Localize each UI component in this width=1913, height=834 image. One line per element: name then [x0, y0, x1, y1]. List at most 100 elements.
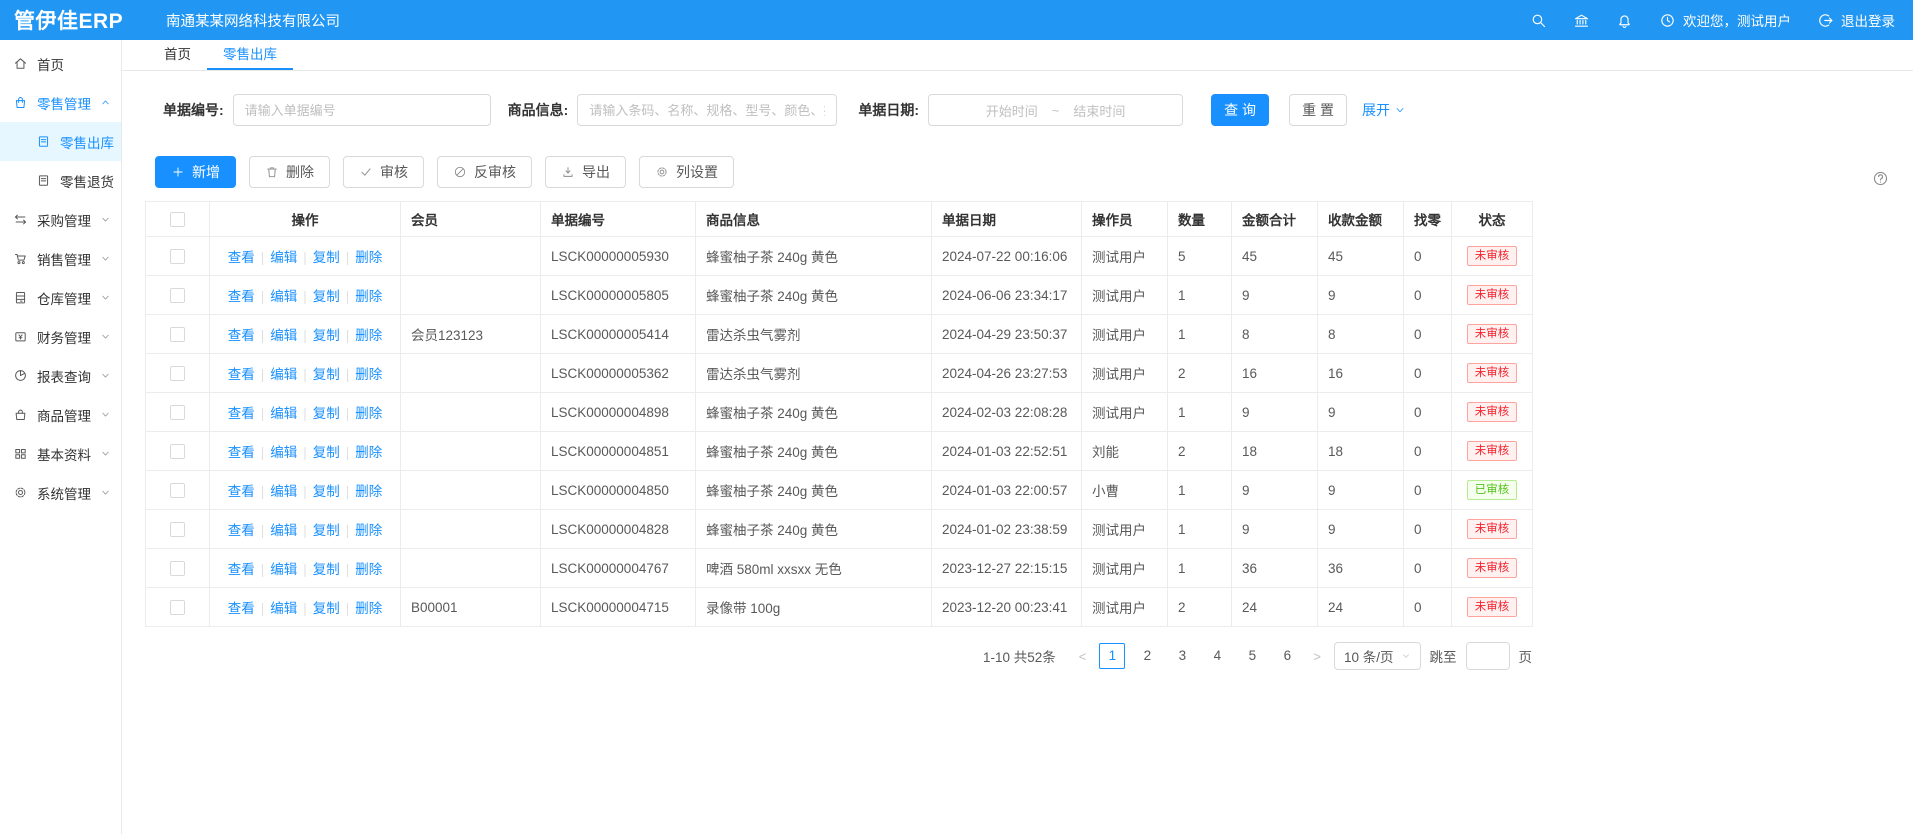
row-checkbox[interactable] — [170, 444, 185, 459]
action-link-delete[interactable]: 删除 — [355, 601, 382, 616]
sidebar-item-label: 采购管理 — [37, 210, 91, 230]
action-link-edit[interactable]: 编辑 — [270, 445, 297, 460]
columns-button[interactable]: 列设置 — [639, 156, 734, 188]
row-checkbox[interactable] — [170, 405, 185, 420]
row-checkbox[interactable] — [170, 600, 185, 615]
row-actions: 查看|编辑|复制|删除 — [210, 588, 401, 627]
sidebar-item-retail-outbound[interactable]: 零售出库 — [0, 122, 121, 161]
action-link-view[interactable]: 查看 — [228, 406, 255, 421]
qty-cell: 1 — [1168, 276, 1232, 315]
date-cell: 2024-01-03 22:00:57 — [932, 471, 1082, 510]
action-link-edit[interactable]: 编辑 — [270, 250, 297, 265]
product-info-input[interactable] — [577, 94, 837, 126]
action-link-edit[interactable]: 编辑 — [270, 289, 297, 304]
action-link-edit[interactable]: 编辑 — [270, 484, 297, 499]
export-button[interactable]: 导出 — [545, 156, 626, 188]
sidebar-item-finance[interactable]: 财务管理 — [0, 317, 121, 356]
action-link-delete[interactable]: 删除 — [355, 484, 382, 499]
action-link-delete[interactable]: 删除 — [355, 523, 382, 538]
action-link-edit[interactable]: 编辑 — [270, 367, 297, 382]
sidebar-item-purchase[interactable]: 采购管理 — [0, 200, 121, 239]
bill-no-input[interactable] — [233, 94, 491, 126]
action-link-copy[interactable]: 复制 — [313, 289, 340, 304]
action-link-edit[interactable]: 编辑 — [270, 328, 297, 343]
page-button-1[interactable]: 1 — [1099, 643, 1125, 669]
action-link-delete[interactable]: 删除 — [355, 367, 382, 382]
search-button[interactable]: 查 询 — [1211, 94, 1269, 126]
logout-button[interactable]: 退出登录 — [1817, 10, 1895, 30]
action-link-delete[interactable]: 删除 — [355, 250, 382, 265]
sidebar-item-reports[interactable]: 报表查询 — [0, 356, 121, 395]
page-size-select[interactable]: 10 条/页 — [1334, 642, 1421, 670]
action-link-copy[interactable]: 复制 — [313, 445, 340, 460]
unaudit-button[interactable]: 反审核 — [437, 156, 532, 188]
action-link-edit[interactable]: 编辑 — [270, 562, 297, 577]
search-icon[interactable] — [1530, 12, 1547, 29]
help-icon[interactable] — [1872, 170, 1889, 187]
sidebar-item-retail[interactable]: 零售管理 — [0, 83, 121, 122]
audit-button[interactable]: 审核 — [343, 156, 424, 188]
sidebar-item-retail-return[interactable]: 零售退货 — [0, 161, 121, 200]
page-button-6[interactable]: 6 — [1274, 643, 1300, 669]
action-link-delete[interactable]: 删除 — [355, 328, 382, 343]
action-link-view[interactable]: 查看 — [228, 484, 255, 499]
tab-home[interactable]: 首页 — [148, 40, 207, 70]
next-page-button[interactable]: > — [1309, 649, 1325, 664]
page-button-5[interactable]: 5 — [1239, 643, 1265, 669]
tab-retail-outbound[interactable]: 零售出库 — [207, 40, 293, 70]
action-link-view[interactable]: 查看 — [228, 289, 255, 304]
action-separator: | — [303, 406, 307, 421]
expand-link[interactable]: 展开 — [1362, 100, 1406, 120]
action-separator: | — [346, 289, 350, 304]
row-checkbox[interactable] — [170, 483, 185, 498]
action-link-delete[interactable]: 删除 — [355, 562, 382, 577]
welcome-user[interactable]: 欢迎您，测试用户 — [1659, 10, 1791, 30]
action-link-copy[interactable]: 复制 — [313, 328, 340, 343]
sidebar-item-system[interactable]: 系统管理 — [0, 473, 121, 512]
sidebar-item-basedata[interactable]: 基本资料 — [0, 434, 121, 473]
action-link-delete[interactable]: 删除 — [355, 445, 382, 460]
action-link-edit[interactable]: 编辑 — [270, 601, 297, 616]
jump-page-input[interactable] — [1466, 642, 1510, 670]
page-button-3[interactable]: 3 — [1169, 643, 1195, 669]
action-link-view[interactable]: 查看 — [228, 562, 255, 577]
prev-page-button[interactable]: < — [1075, 649, 1091, 664]
action-link-copy[interactable]: 复制 — [313, 484, 340, 499]
reset-button[interactable]: 重 置 — [1289, 94, 1347, 126]
sidebar-item-home[interactable]: 首页 — [0, 44, 121, 83]
sidebar-item-sales[interactable]: 销售管理 — [0, 239, 121, 278]
sidebar-item-goods[interactable]: 商品管理 — [0, 395, 121, 434]
action-link-copy[interactable]: 复制 — [313, 250, 340, 265]
action-link-view[interactable]: 查看 — [228, 250, 255, 265]
action-link-view[interactable]: 查看 — [228, 328, 255, 343]
action-link-copy[interactable]: 复制 — [313, 367, 340, 382]
action-link-edit[interactable]: 编辑 — [270, 406, 297, 421]
row-checkbox[interactable] — [170, 561, 185, 576]
delete-button[interactable]: 删除 — [249, 156, 330, 188]
table-row: 查看|编辑|复制|删除LSCK00000004898蜂蜜柚子茶 240g 黄色2… — [146, 393, 1533, 432]
action-link-view[interactable]: 查看 — [228, 601, 255, 616]
bank-icon[interactable] — [1573, 12, 1590, 29]
action-link-copy[interactable]: 复制 — [313, 562, 340, 577]
sidebar-item-warehouse[interactable]: 仓库管理 — [0, 278, 121, 317]
add-button[interactable]: 新增 — [155, 156, 236, 188]
action-link-view[interactable]: 查看 — [228, 367, 255, 382]
action-link-copy[interactable]: 复制 — [313, 406, 340, 421]
action-link-copy[interactable]: 复制 — [313, 601, 340, 616]
page-button-2[interactable]: 2 — [1134, 643, 1160, 669]
action-link-edit[interactable]: 编辑 — [270, 523, 297, 538]
action-link-delete[interactable]: 删除 — [355, 406, 382, 421]
row-checkbox[interactable] — [170, 249, 185, 264]
action-link-view[interactable]: 查看 — [228, 523, 255, 538]
action-link-delete[interactable]: 删除 — [355, 289, 382, 304]
action-link-view[interactable]: 查看 — [228, 445, 255, 460]
row-checkbox[interactable] — [170, 327, 185, 342]
row-checkbox[interactable] — [170, 522, 185, 537]
select-all-checkbox[interactable] — [170, 212, 185, 227]
row-checkbox[interactable] — [170, 288, 185, 303]
action-link-copy[interactable]: 复制 — [313, 523, 340, 538]
bell-icon[interactable] — [1616, 12, 1633, 29]
row-checkbox[interactable] — [170, 366, 185, 381]
page-button-4[interactable]: 4 — [1204, 643, 1230, 669]
date-range-input[interactable]: 开始时间 ~ 结束时间 — [928, 94, 1183, 126]
